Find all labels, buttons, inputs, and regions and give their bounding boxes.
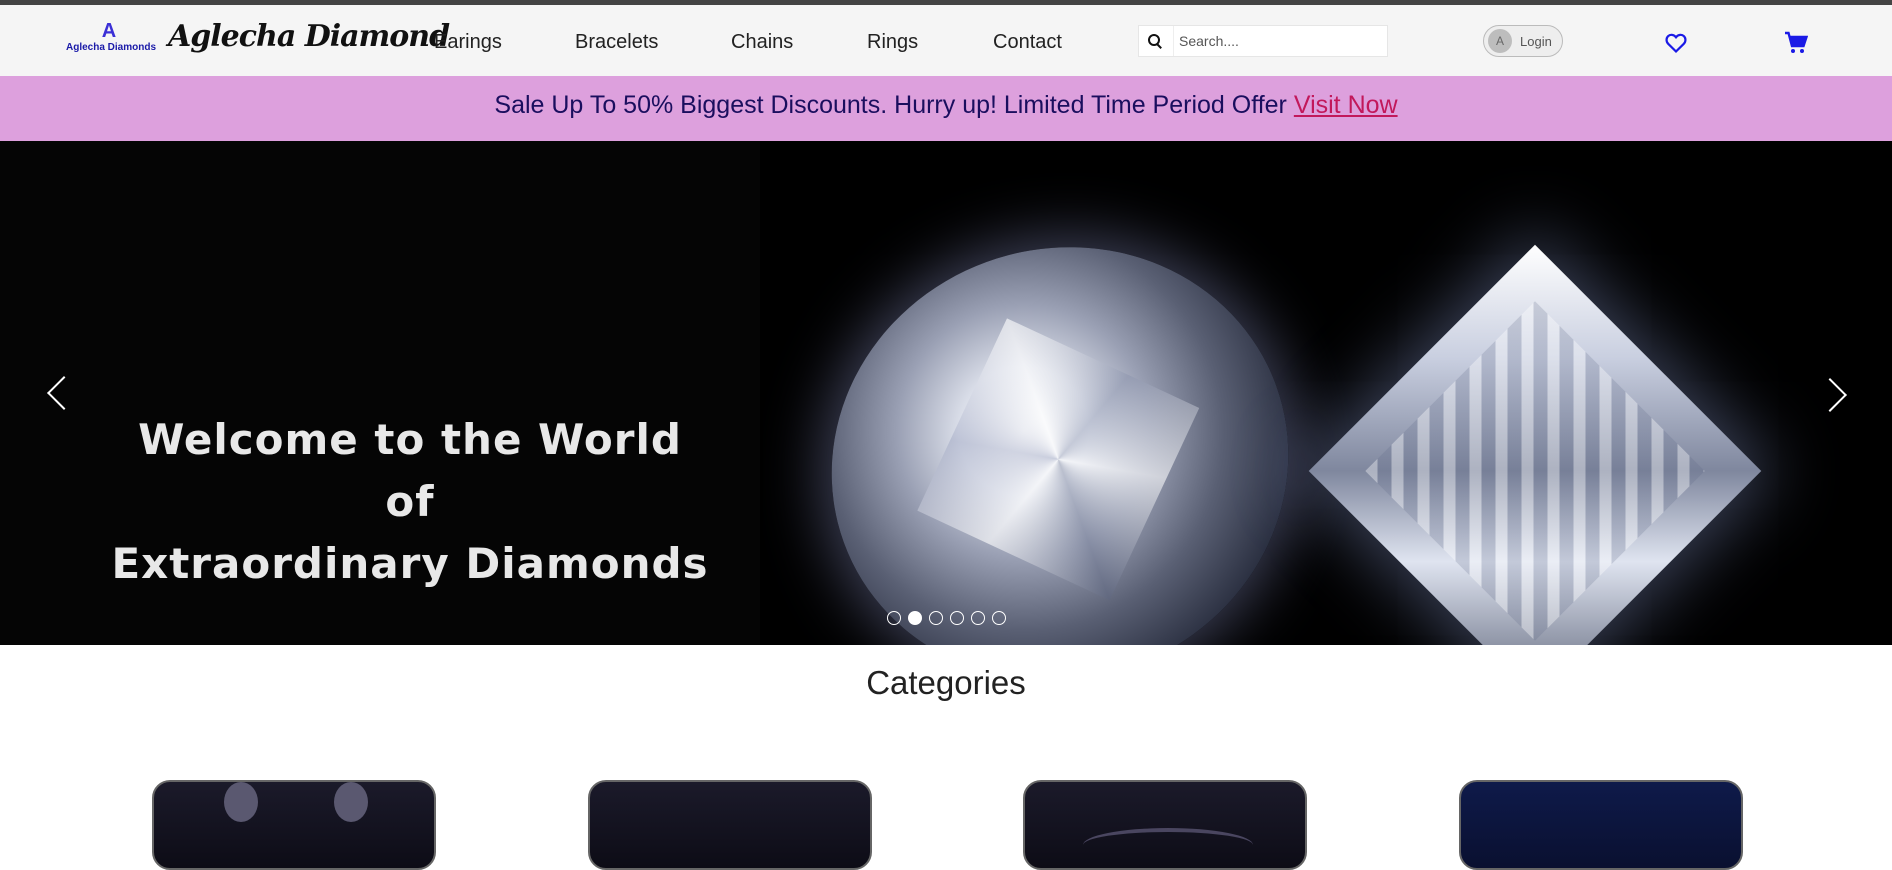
category-card-earings[interactable] [152,780,436,870]
carousel-dot[interactable] [992,611,1006,625]
avatar: A [1488,29,1512,53]
promo-text: Sale Up To 50% Biggest Discounts. Hurry … [494,91,1294,119]
carousel-dot[interactable] [971,611,985,625]
search-icon[interactable] [1147,33,1163,49]
cart-icon[interactable] [1784,31,1808,55]
nav-item-contact[interactable]: Contact [993,31,1062,54]
login-label: Login [1520,34,1552,49]
promo-banner: Sale Up To 50% Biggest Discounts. Hurry … [0,76,1892,141]
logo-mark-letter: A [101,20,117,42]
carousel-dot-active[interactable] [908,611,922,625]
category-card[interactable] [1459,780,1743,870]
categories-heading: Categories [866,664,1026,701]
carousel-dot[interactable] [950,611,964,625]
chevron-left-icon[interactable] [44,373,74,413]
search-divider [1173,26,1174,56]
brand-logo[interactable]: A Aglecha Diamonds [66,20,157,65]
heart-icon[interactable] [1664,31,1688,55]
carousel-dot[interactable] [887,611,901,625]
category-card[interactable] [588,780,872,870]
chevron-right-icon[interactable] [1818,375,1848,415]
hero-headline: Welcome to the World of Extraordinary Di… [110,409,710,595]
hero-headline-line1: Welcome to the World of [138,415,682,526]
hero-carousel: Welcome to the World of Extraordinary Di… [0,141,1892,645]
carousel-dot[interactable] [929,611,943,625]
brand-script-name[interactable]: Aglecha Diamond [168,19,450,54]
login-button[interactable]: A Login [1483,25,1563,57]
search-box [1138,25,1388,57]
nav-item-bracelets[interactable]: Bracelets [575,31,658,54]
nav-item-chains[interactable]: Chains [731,31,793,54]
category-card[interactable] [1023,780,1307,870]
nav-item-rings[interactable]: Rings [867,31,918,54]
round-diamond-image [770,183,1350,645]
princess-diamond-image [1308,244,1762,645]
logo-text: Aglecha Diamonds [66,42,157,53]
carousel-dots [887,611,1013,627]
site-header: A Aglecha Diamonds Aglecha Diamond Earin… [0,5,1892,76]
hero-headline-line2: Extraordinary Diamonds [111,539,709,588]
nav-item-earings[interactable]: Earings [434,31,502,54]
visit-now-link[interactable]: Visit Now [1294,91,1398,119]
search-input[interactable] [1179,31,1379,51]
